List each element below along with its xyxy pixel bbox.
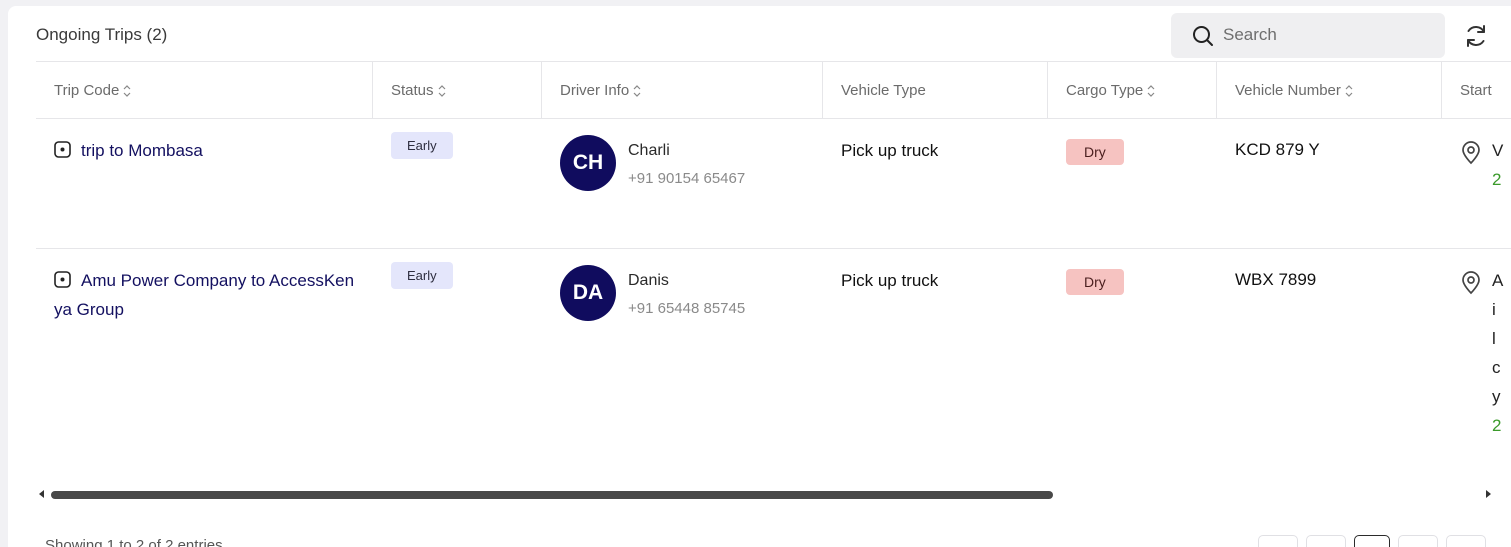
- table-row: trip to Mombasa Early CH Charli +91 9015…: [36, 119, 1511, 249]
- driver-info-cell: CH Charli +91 90154 65467: [560, 135, 810, 195]
- start-text-fragment: i: [1492, 300, 1496, 319]
- location-pin-icon: [1462, 141, 1480, 165]
- vehicle-type: Pick up truck: [841, 141, 939, 160]
- start-text-fragment: V: [1492, 141, 1504, 160]
- vehicle-type: Pick up truck: [841, 271, 939, 290]
- scroll-left-arrow[interactable]: [39, 490, 44, 498]
- cargo-badge: Dry: [1066, 139, 1124, 165]
- trip-status-icon: [54, 141, 71, 158]
- refresh-icon[interactable]: [1463, 23, 1489, 49]
- avatar: DA: [560, 265, 616, 321]
- scroll-right-arrow[interactable]: [1486, 490, 1491, 498]
- column-header-cargo-type[interactable]: Cargo Type: [1048, 62, 1217, 119]
- start-text-fragment: l: [1492, 329, 1496, 348]
- avatar: CH: [560, 135, 616, 191]
- next-page-button[interactable]: [1398, 535, 1438, 547]
- last-page-button[interactable]: [1446, 535, 1486, 547]
- status-badge: Early: [391, 132, 453, 159]
- column-header-vehicle-type: Vehicle Type: [823, 62, 1048, 119]
- sort-icon[interactable]: [1345, 84, 1353, 98]
- vehicle-number: WBX 7899: [1235, 270, 1317, 289]
- status-cell: Early: [391, 262, 453, 289]
- table-header: Trip Code Status Driver Info Vehicle Typ…: [36, 61, 1511, 119]
- start-text-fragment: A: [1492, 271, 1504, 290]
- driver-name: Charli: [628, 142, 670, 159]
- driver-phone: +91 65448 85745: [628, 300, 746, 317]
- column-header-trip-code[interactable]: Trip Code: [36, 62, 373, 119]
- status-cell: Early: [391, 132, 453, 159]
- column-header-driver-info[interactable]: Driver Info: [542, 62, 823, 119]
- prev-page-button[interactable]: [1306, 535, 1346, 547]
- driver-info-cell: DA Danis +91 65448 85745: [560, 265, 810, 325]
- column-header-vehicle-number[interactable]: Vehicle Number: [1217, 62, 1442, 119]
- trip-code-cell: trip to Mombasa: [54, 136, 364, 165]
- column-header-status[interactable]: Status: [373, 62, 542, 119]
- trip-code-cell: Amu Power Company to AccessKenya Group: [54, 266, 360, 324]
- search-box[interactable]: [1171, 13, 1445, 58]
- status-badge: Early: [391, 262, 453, 289]
- page-1-button[interactable]: [1354, 535, 1390, 547]
- driver-phone: +91 90154 65467: [628, 170, 746, 187]
- cargo-type-cell: Dry: [1066, 269, 1124, 295]
- column-header-start[interactable]: Start: [1442, 62, 1511, 119]
- vehicle-number: KCD 879 Y: [1235, 140, 1320, 159]
- cargo-badge: Dry: [1066, 269, 1124, 295]
- start-date-fragment: 2: [1492, 170, 1502, 189]
- sort-icon[interactable]: [1147, 84, 1155, 98]
- start-date-fragment: 2: [1492, 416, 1502, 435]
- sort-icon[interactable]: [633, 84, 641, 98]
- location-pin-icon: [1462, 271, 1480, 295]
- page-title: Ongoing Trips (2): [36, 25, 168, 44]
- first-page-button[interactable]: [1258, 535, 1298, 547]
- trip-code-link[interactable]: trip to Mombasa: [81, 136, 203, 165]
- trip-code-link[interactable]: Amu Power Company to AccessKenya Group: [54, 266, 360, 324]
- search-icon: [1193, 26, 1213, 46]
- pagination-info: Showing 1 to 2 of 2 entries: [45, 537, 223, 547]
- driver-name: Danis: [628, 272, 669, 289]
- sort-icon[interactable]: [123, 84, 131, 98]
- start-text-fragment: c: [1492, 358, 1501, 377]
- search-input[interactable]: [1223, 23, 1433, 47]
- ongoing-trips-card: Ongoing Trips (2) Trip Code Status Drive…: [8, 6, 1511, 547]
- start-text-fragment: y: [1492, 387, 1501, 406]
- table-row: Amu Power Company to AccessKenya Group E…: [36, 249, 1511, 489]
- sort-icon[interactable]: [438, 84, 446, 98]
- horizontal-scrollbar-thumb[interactable]: [51, 491, 1053, 499]
- cargo-type-cell: Dry: [1066, 139, 1124, 165]
- trip-status-icon: [54, 271, 71, 288]
